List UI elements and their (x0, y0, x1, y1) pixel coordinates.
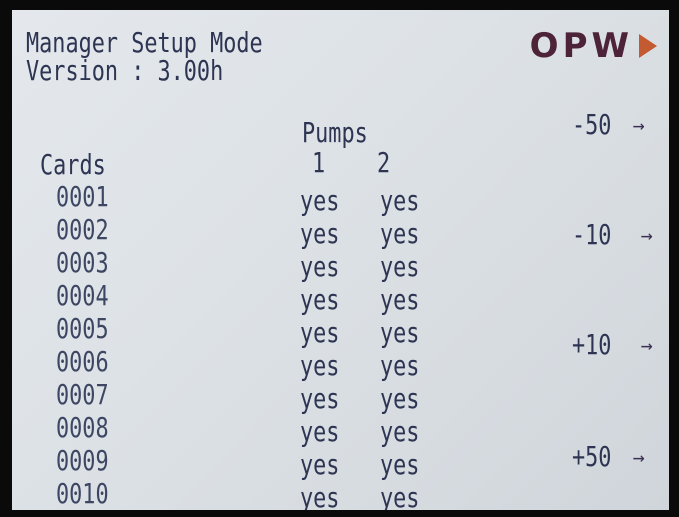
pump2-access: yes (380, 481, 420, 511)
arrow-right-icon: → (640, 223, 653, 247)
table-row: 0005 yes yes (56, 312, 456, 349)
card-number: 0008 (56, 411, 109, 444)
table-row: 0008 yes yes (56, 411, 456, 448)
softkey-minus-50-label: -50 (572, 108, 612, 141)
arrow-right-icon: → (632, 445, 645, 469)
lcd-screen: Manager Setup Mode Version : 3.00h OPW P… (12, 10, 669, 510)
table-row: 0003 yes yes (56, 246, 456, 283)
pump2-access: yes (380, 415, 420, 448)
pump2-access: yes (380, 217, 420, 250)
arrow-right-icon: → (640, 333, 653, 357)
softkey-minus-10[interactable]: -10 → (572, 220, 653, 250)
pump1-access: yes (300, 349, 340, 382)
pump2-access: yes (380, 316, 420, 349)
card-number: 0001 (56, 180, 109, 213)
softkey-plus-50[interactable]: +50 → (572, 442, 645, 472)
card-number: 0007 (56, 378, 109, 411)
pump1-access: yes (300, 316, 340, 349)
card-pump-table: 0001 yes yes 0002 yes yes 0003 yes yes 0… (56, 180, 456, 511)
pump1-access: yes (300, 217, 340, 250)
pump1-access: yes (300, 283, 340, 316)
pump1-access: yes (300, 481, 340, 511)
pump-column-2: 2 (376, 146, 391, 179)
version-label: Version : 3.00h (26, 54, 224, 87)
arrow-right-icon: → (632, 113, 645, 137)
card-number: 0002 (56, 213, 109, 246)
table-row: 0002 yes yes (56, 213, 456, 250)
opw-logo: OPW (530, 26, 657, 66)
pump1-access: yes (300, 448, 340, 481)
card-number: 0010 (56, 477, 109, 510)
softkey-plus-50-label: +50 (572, 440, 612, 473)
pump2-access: yes (380, 382, 420, 415)
pump1-access: yes (300, 184, 340, 217)
table-row: 0009 yes yes (56, 444, 456, 481)
logo-arrow-icon (639, 34, 657, 58)
softkey-plus-10-label: +10 (572, 328, 612, 361)
opw-logo-text: OPW (529, 26, 633, 66)
pump-column-1: 1 (312, 146, 326, 179)
pumps-header: Pumps (302, 116, 368, 149)
pump1-access: yes (300, 250, 340, 283)
table-row: 0001 yes yes (56, 180, 456, 217)
pump1-access: yes (300, 415, 340, 448)
pump-column-headers: 1 2 (312, 148, 394, 178)
pump2-access: yes (380, 349, 420, 382)
pump2-access: yes (380, 250, 420, 283)
softkey-minus-10-label: -10 (572, 218, 612, 251)
table-row: 0004 yes yes (56, 279, 456, 316)
table-row: 0006 yes yes (56, 345, 456, 382)
pump2-access: yes (380, 283, 420, 316)
card-number: 0004 (56, 279, 109, 312)
table-row: 0007 yes yes (56, 378, 456, 415)
pump2-access: yes (380, 184, 420, 217)
pump1-access: yes (300, 382, 340, 415)
pump2-access: yes (380, 448, 420, 481)
cards-header: Cards (40, 148, 106, 181)
card-number: 0005 (56, 312, 109, 345)
card-number: 0003 (56, 246, 109, 279)
card-number: 0009 (56, 444, 109, 477)
table-row: 0010 yes yes (56, 477, 456, 511)
softkey-plus-10[interactable]: +10 → (572, 330, 653, 360)
card-number: 0006 (56, 345, 109, 378)
softkey-minus-50[interactable]: -50 → (572, 110, 645, 140)
